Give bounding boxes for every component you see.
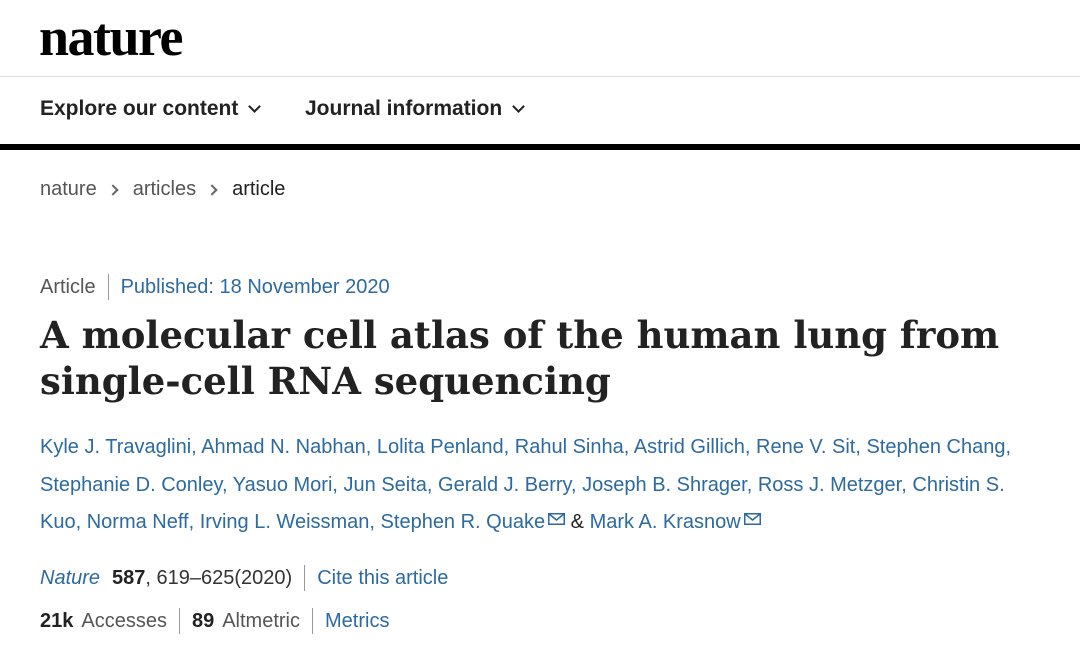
envelope-icon[interactable] xyxy=(548,513,566,525)
breadcrumb-nature[interactable]: nature xyxy=(40,178,97,201)
article-title: A molecular cell atlas of the human lung… xyxy=(40,313,1000,403)
envelope-icon[interactable] xyxy=(743,513,761,525)
metrics-divider xyxy=(312,608,314,634)
author-link[interactable]: Rene V. Sit xyxy=(756,436,855,458)
author-link[interactable]: Kyle J. Travaglini xyxy=(40,436,191,458)
accesses-label: Accesses xyxy=(81,609,167,632)
site-header: nature xyxy=(0,0,1080,77)
cite-article-link[interactable]: Cite this article xyxy=(317,567,448,590)
altmetric-count: 89 xyxy=(191,609,215,632)
author-link[interactable]: Rahul Sinha xyxy=(515,436,624,458)
author-list: Kyle J. Travaglini, Ahmad N. Nabhan, Lol… xyxy=(40,436,1012,533)
metrics-divider xyxy=(178,608,180,634)
chevron-down-icon xyxy=(512,99,526,113)
author-link[interactable]: Jun Seita xyxy=(344,474,427,496)
author-link[interactable]: Yasuo Mori xyxy=(233,474,333,496)
article-meta: Article Published: 18 November 2020 xyxy=(40,274,390,300)
author-ampersand: & xyxy=(570,511,585,533)
altmetric-label: Altmetric xyxy=(222,609,301,632)
author-link[interactable]: Ross J. Metzger xyxy=(758,474,901,496)
article-metrics: 21k Accesses 89 Altmetric Metrics xyxy=(40,608,389,634)
citation-line: Nature 587 , 619–625(2020) Cite this art… xyxy=(40,565,448,591)
journal-information-label: Journal information xyxy=(305,97,503,120)
author-link[interactable]: Stephen Chang xyxy=(866,436,1005,458)
article-page: nature Explore our content Journal infor… xyxy=(0,0,1080,651)
explore-content-menu[interactable]: Explore our content xyxy=(40,97,262,121)
meta-divider xyxy=(107,274,109,300)
accesses-count: 21k xyxy=(40,609,74,632)
article-type: Article xyxy=(40,275,96,298)
chevron-right-icon xyxy=(206,183,218,196)
breadcrumb-article: article xyxy=(232,178,286,200)
metrics-link[interactable]: Metrics xyxy=(325,610,389,633)
breadcrumb-articles[interactable]: articles xyxy=(133,178,196,201)
citation-divider xyxy=(304,565,306,591)
main-nav: Explore our content Journal information xyxy=(0,77,1080,145)
chevron-right-icon xyxy=(107,183,119,196)
author-link[interactable]: Irving L. Weissman xyxy=(200,511,370,533)
breadcrumb: nature articles article xyxy=(40,178,285,201)
journal-name: Nature xyxy=(40,566,101,589)
author-link[interactable]: Gerald J. Berry xyxy=(438,474,571,496)
author-link[interactable]: Lolita Penland xyxy=(377,436,504,458)
volume-number: 587 xyxy=(112,566,146,589)
author-link[interactable]: Stephanie D. Conley xyxy=(40,474,222,496)
nature-logo[interactable]: nature xyxy=(39,6,184,68)
explore-content-label: Explore our content xyxy=(40,97,239,120)
journal-information-menu[interactable]: Journal information xyxy=(305,97,526,121)
nav-divider xyxy=(0,144,1080,150)
author-link[interactable]: Mark A. Krasnow xyxy=(590,511,741,533)
author-link[interactable]: Astrid Gillich xyxy=(634,436,745,458)
author-link[interactable]: Norma Neff xyxy=(87,511,189,533)
published-date: Published: 18 November 2020 xyxy=(120,275,390,298)
page-range: , 619–625(2020) xyxy=(145,566,293,589)
chevron-down-icon xyxy=(248,99,262,113)
author-link[interactable]: Joseph B. Shrager xyxy=(582,474,747,496)
author-link[interactable]: Ahmad N. Nabhan xyxy=(201,436,366,458)
author-link[interactable]: Stephen R. Quake xyxy=(381,511,546,533)
